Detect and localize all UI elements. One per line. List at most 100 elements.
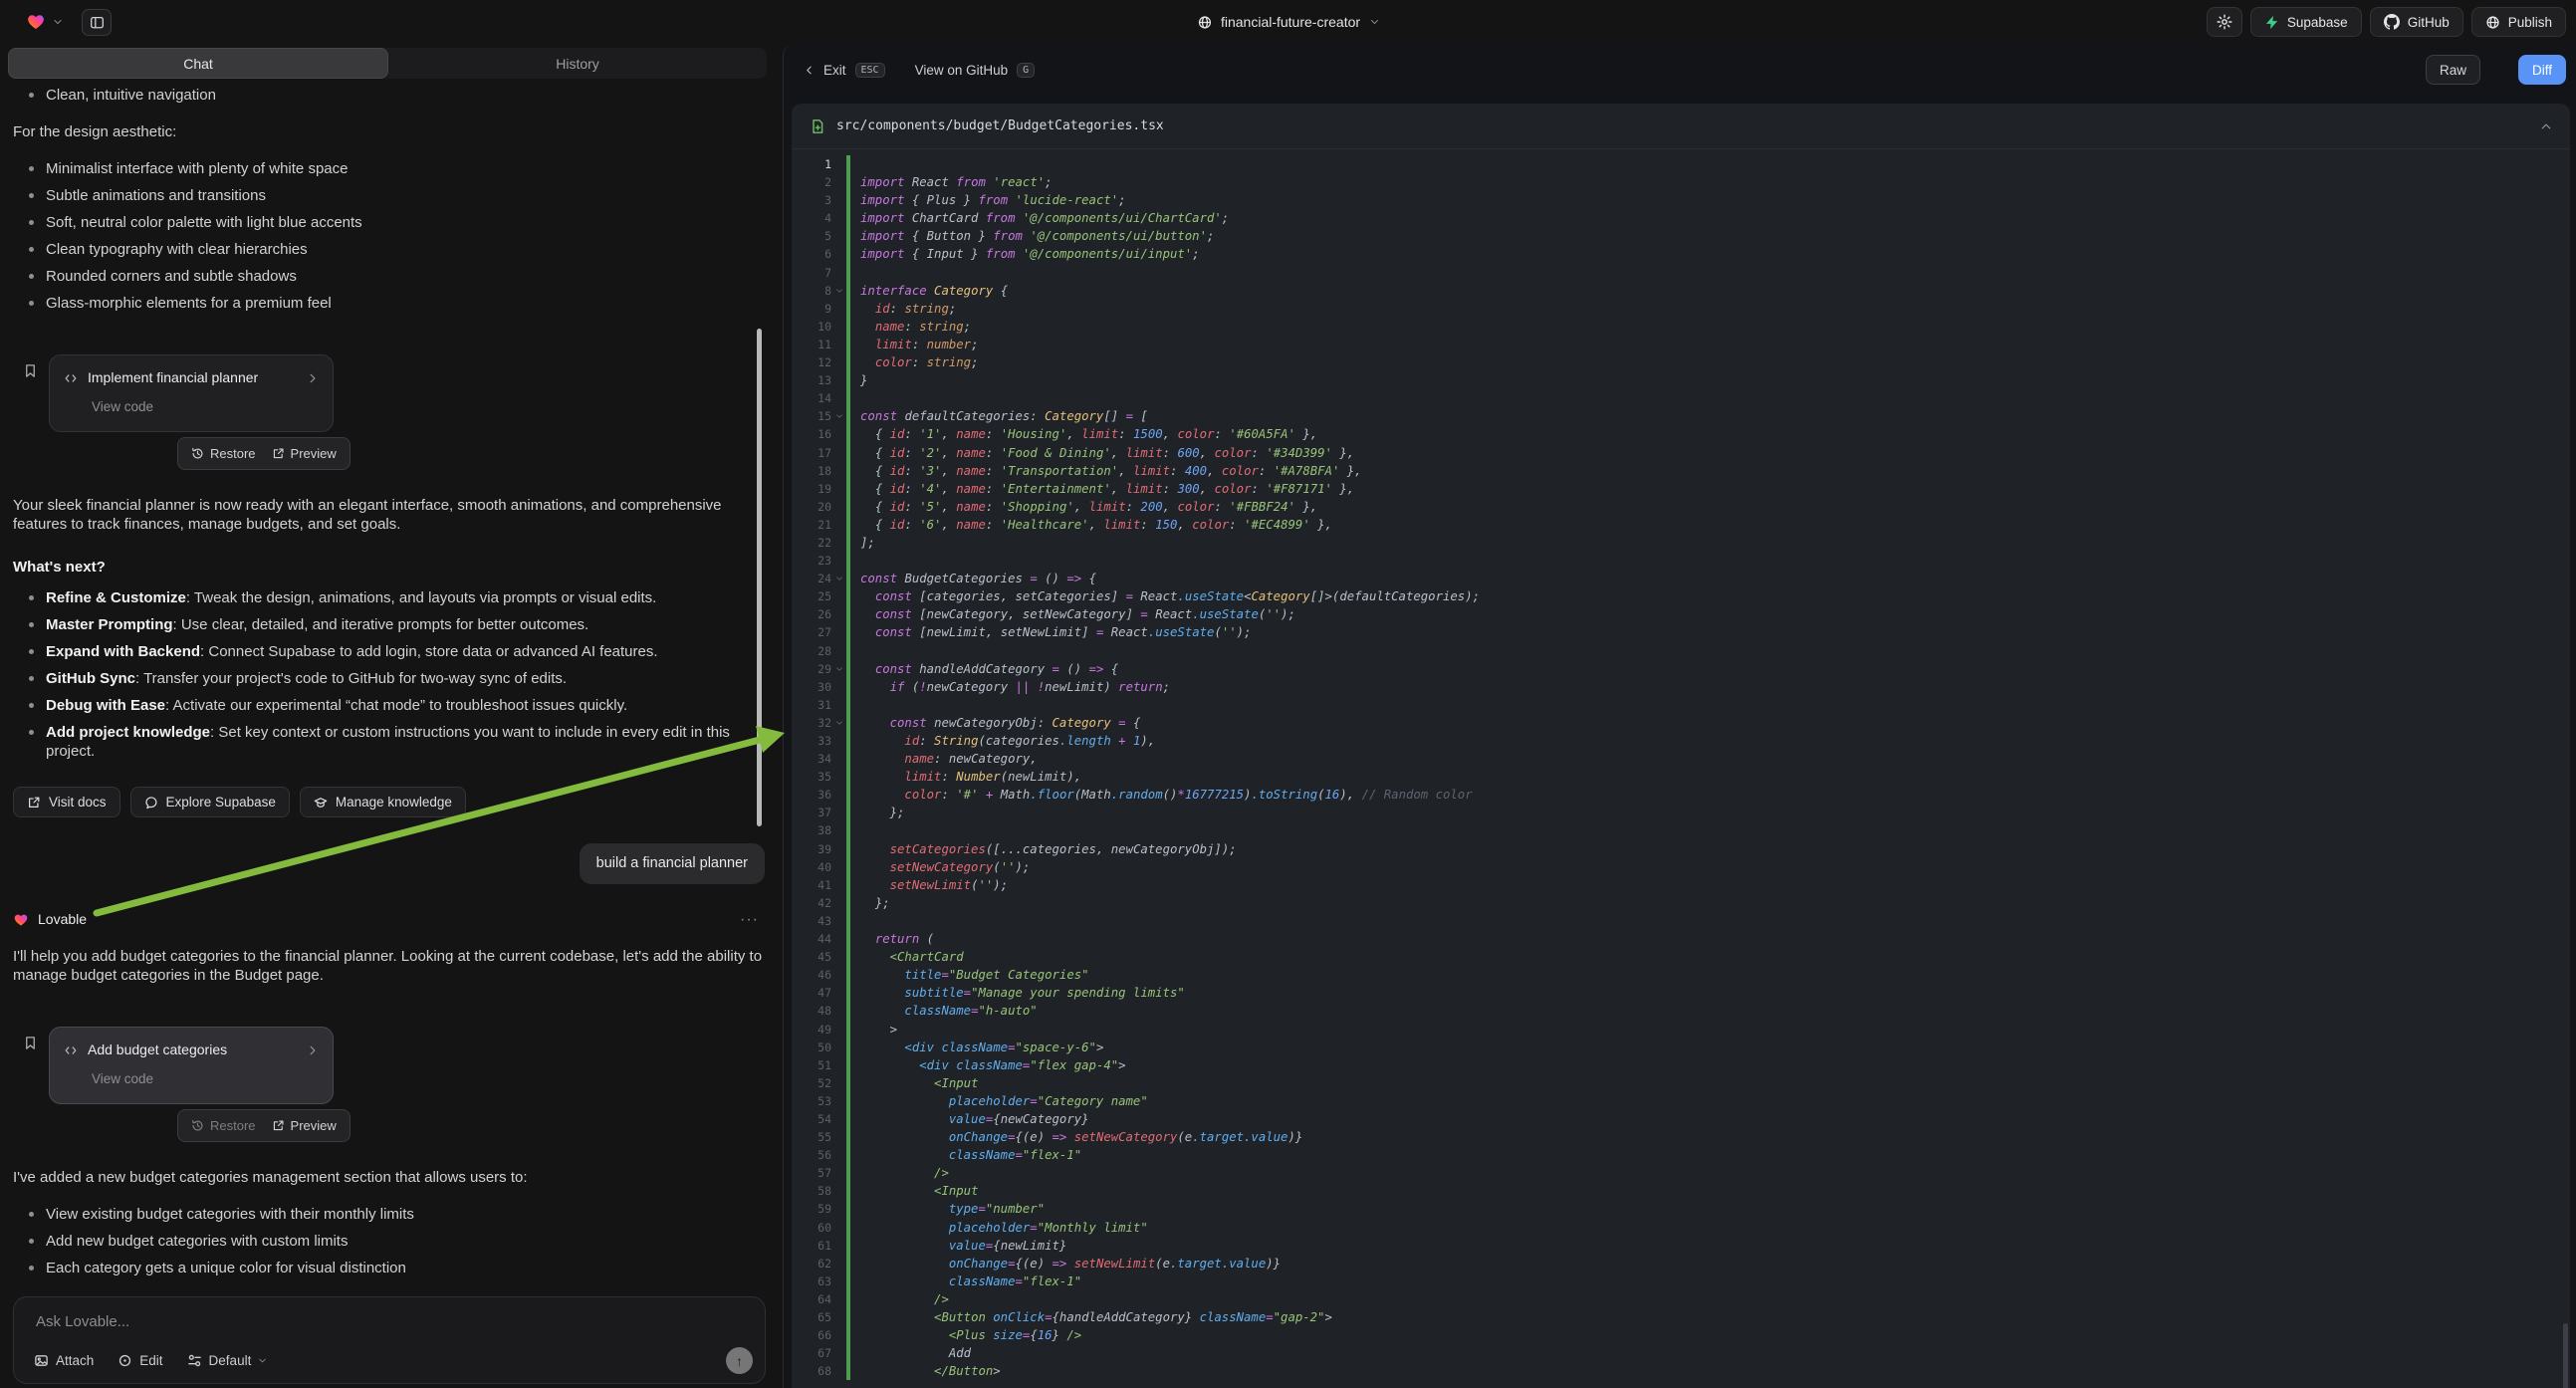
view-on-github-button[interactable]: View on GitHub G xyxy=(915,63,1036,78)
chat-paragraph: For the design aesthetic: xyxy=(13,122,767,141)
lovable-heart-logo[interactable] xyxy=(26,12,46,32)
file-bar[interactable]: src/components/budget/BudgetCategories.t… xyxy=(792,104,2570,149)
panel-left-icon xyxy=(90,15,105,30)
edit-button[interactable]: Edit xyxy=(117,1353,162,1368)
code-line: 4import ChartCard from '@/components/ui/… xyxy=(792,209,2570,227)
code-line: 65 <Button onClick={handleAddCategory} c… xyxy=(792,1308,2570,1326)
fold-toggle xyxy=(831,678,846,696)
chip-label: Visit docs xyxy=(49,793,107,811)
code-line: 56 className="flex-1" xyxy=(792,1146,2570,1164)
fold-toggle xyxy=(831,1002,846,1020)
code-line: 40 setNewCategory(''); xyxy=(792,858,2570,876)
exit-button[interactable]: Exit ESC xyxy=(804,63,885,78)
chevron-down-icon[interactable] xyxy=(53,17,63,27)
fold-toggle[interactable] xyxy=(831,714,846,732)
code-text: limit: Number(newLimit), xyxy=(850,768,1081,786)
code-line: 25 const [categories, setCategories] = R… xyxy=(792,587,2570,605)
collapse-file-button[interactable] xyxy=(2540,120,2552,132)
publish-button[interactable]: Publish xyxy=(2471,7,2566,37)
chip-explore-supabase[interactable]: Explore Supabase xyxy=(130,787,290,817)
chat-input-box[interactable]: Ask Lovable... Attach Edit Default ↑ xyxy=(13,1296,766,1384)
code-line: 54 value={newCategory} xyxy=(792,1110,2570,1128)
chat-scrollbar[interactable] xyxy=(757,329,762,826)
code-text: name: string; xyxy=(850,318,971,336)
code-text xyxy=(850,912,860,930)
line-number: 52 xyxy=(792,1074,831,1092)
code-line: 3import { Plus } from 'lucide-react'; xyxy=(792,191,2570,209)
tab-history[interactable]: History xyxy=(388,48,767,79)
raw-toggle-button[interactable]: Raw xyxy=(2426,55,2480,85)
list-item: Each category gets a unique color for vi… xyxy=(13,1259,767,1277)
line-number: 21 xyxy=(792,516,831,534)
fold-toggle xyxy=(831,840,846,858)
list-item: Add project knowledge: Set key context o… xyxy=(13,723,767,761)
fold-toggle xyxy=(831,804,846,821)
message-menu-button[interactable]: ··· xyxy=(740,910,767,929)
version-card[interactable]: Add budget categoriesView codeRestorePre… xyxy=(49,1027,334,1104)
line-number: 6 xyxy=(792,245,831,263)
list-item: View existing budget categories with the… xyxy=(13,1205,767,1224)
supabase-button[interactable]: Supabase xyxy=(2250,7,2362,37)
chip-label: Manage knowledge xyxy=(336,793,452,811)
fold-toggle xyxy=(831,1182,846,1200)
code-text: { id: '6', name: 'Healthcare', limit: 15… xyxy=(850,516,1332,534)
fold-toggle xyxy=(831,245,846,263)
code-line: 9 id: string; xyxy=(792,300,2570,318)
restore-button[interactable]: Restore xyxy=(191,1116,256,1135)
code-text: }; xyxy=(850,894,890,912)
preview-button[interactable]: Preview xyxy=(272,444,337,463)
send-button[interactable]: ↑ xyxy=(726,1347,753,1374)
fold-toggle xyxy=(831,750,846,768)
mode-select[interactable]: Default xyxy=(187,1353,268,1368)
version-card[interactable]: Implement financial plannerView codeRest… xyxy=(49,354,334,432)
line-number: 64 xyxy=(792,1290,831,1308)
restore-button[interactable]: Restore xyxy=(191,444,256,463)
code-line: 32 const newCategoryObj: Category = { xyxy=(792,714,2570,732)
preview-button[interactable]: Preview xyxy=(272,1116,337,1135)
code-text: value={newCategory} xyxy=(850,1110,1089,1128)
line-number: 9 xyxy=(792,300,831,318)
bookmark-icon[interactable] xyxy=(13,354,49,432)
code-line: 66 <Plus size={16} /> xyxy=(792,1326,2570,1344)
line-number: 10 xyxy=(792,318,831,336)
fold-toggle xyxy=(831,894,846,912)
code-line: 23 xyxy=(792,552,2570,570)
chat-transcript: Clean, intuitive navigationFor the desig… xyxy=(0,84,783,1294)
fold-toggle[interactable] xyxy=(831,282,846,300)
code-text: ]; xyxy=(850,534,875,552)
diff-toggle-button[interactable]: Diff xyxy=(2518,55,2566,85)
gear-icon xyxy=(2217,14,2232,30)
supabase-bolt-icon xyxy=(2264,15,2279,30)
chip-visit-docs[interactable]: Visit docs xyxy=(13,787,120,817)
fold-toggle[interactable] xyxy=(831,570,846,587)
fold-toggle xyxy=(831,1219,846,1237)
code-text: import { Button } from '@/components/ui/… xyxy=(850,227,1214,245)
globe-icon xyxy=(1197,15,1212,30)
line-number: 26 xyxy=(792,605,831,623)
fold-toggle[interactable] xyxy=(831,660,846,678)
toggle-sidebar-button[interactable] xyxy=(82,9,112,36)
fold-toggle xyxy=(831,552,846,570)
project-switcher[interactable]: financial-future-creator xyxy=(1197,0,1379,44)
tab-chat[interactable]: Chat xyxy=(8,48,388,79)
view-code-link[interactable]: View code xyxy=(92,397,319,416)
attach-button[interactable]: Attach xyxy=(34,1353,94,1368)
chat-tab-bar: Chat History xyxy=(8,48,767,79)
chip-manage-knowledge[interactable]: Manage knowledge xyxy=(300,787,466,817)
chevron-down-icon xyxy=(1369,17,1379,27)
line-number: 14 xyxy=(792,389,831,407)
github-button[interactable]: GitHub xyxy=(2370,7,2463,37)
code-scrollbar[interactable] xyxy=(2563,1323,2568,1388)
bookmark-icon[interactable] xyxy=(13,1027,49,1104)
fold-toggle xyxy=(831,353,846,371)
code-editor[interactable]: 12import React from 'react';3import { Pl… xyxy=(792,149,2570,1388)
settings-button[interactable] xyxy=(2207,7,2242,37)
fold-toggle xyxy=(831,948,846,966)
view-on-github-label: View on GitHub xyxy=(915,63,1009,78)
line-number: 28 xyxy=(792,642,831,660)
code-icon xyxy=(64,1043,78,1057)
code-text: const handleAddCategory = () => { xyxy=(850,660,1118,678)
line-number: 17 xyxy=(792,444,831,462)
fold-toggle[interactable] xyxy=(831,407,846,425)
view-code-link[interactable]: View code xyxy=(92,1069,319,1088)
